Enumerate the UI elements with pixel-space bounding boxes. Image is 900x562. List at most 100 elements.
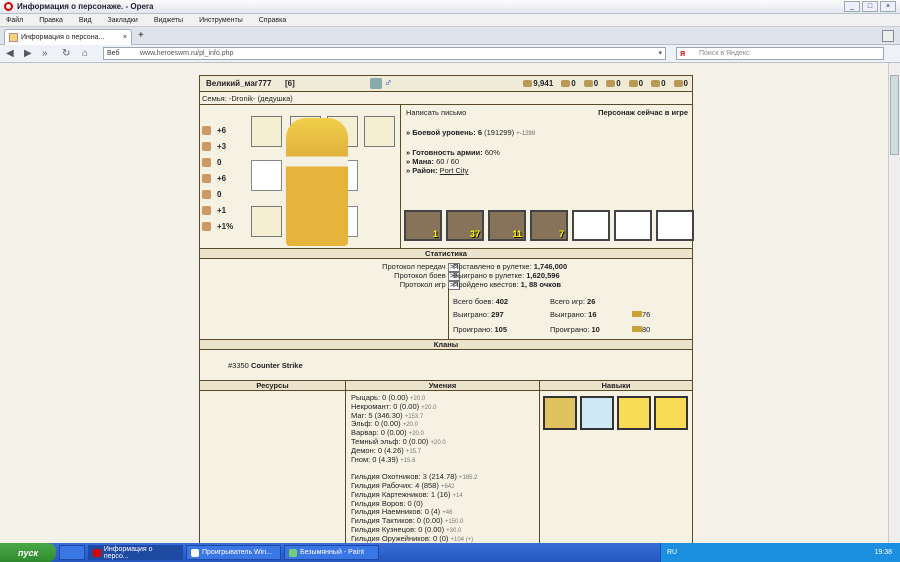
address-url: www.heroeswm.ru/pl_info.php [140, 50, 234, 57]
search-placeholder: Поиск в Яндекс [699, 50, 750, 57]
character-avatar [286, 118, 348, 246]
character-level: [6] [285, 79, 295, 88]
district-link[interactable]: Port City [440, 166, 469, 175]
start-button[interactable]: пуск [0, 543, 56, 562]
gem-icon [673, 80, 683, 87]
faction-icon [370, 78, 382, 89]
home-icon[interactable]: ⌂ [82, 48, 88, 59]
gold-icon [632, 311, 642, 317]
defense-icon [202, 141, 211, 151]
clans-title: Кланы [200, 340, 692, 349]
character-name[interactable]: Великий_маг777 [206, 79, 271, 88]
quicklaunch-icons[interactable] [59, 545, 85, 560]
army-unit-3[interactable]: 11 [488, 210, 526, 241]
mercury-icon [606, 80, 616, 87]
equip-slot-weapon[interactable] [251, 206, 282, 237]
battles-won-row: Выиграно: 297 [453, 310, 504, 319]
stat-morale: +1 [202, 202, 242, 218]
chevron-down-icon[interactable]: ▾ [658, 48, 662, 60]
tab-bar: Информация о персона... × + [0, 27, 900, 45]
online-status: Персонаж сейчас в игре [598, 108, 688, 117]
statistics-title: Статистика [200, 249, 692, 258]
clock: 19:38 [874, 549, 892, 556]
menu-tools[interactable]: Инструменты [199, 17, 243, 24]
menu-view[interactable]: Вид [79, 17, 92, 24]
stat-spellpower: 0 [202, 154, 242, 170]
combat-level-row: » Боевой уровень: 6 (191299) +-1299 [406, 128, 536, 137]
morale-icon [202, 205, 211, 215]
talent-slot-4[interactable] [654, 396, 688, 430]
army-slots: 1 37 11 7 [404, 210, 694, 241]
army-unit-2[interactable]: 37 [446, 210, 484, 241]
talent-slot-1[interactable] [543, 396, 577, 430]
minimize-button[interactable]: _ [844, 1, 860, 12]
menu-edit[interactable]: Правка [39, 17, 63, 24]
gold-resource: 9,941 [523, 79, 553, 88]
taskbar-item-paint[interactable]: Безымянный - Paint [284, 545, 379, 560]
fast-forward-icon[interactable]: » [42, 48, 48, 59]
close-button[interactable]: × [880, 1, 896, 12]
taskbar-item-player[interactable]: Проигрыватель Win... [186, 545, 281, 560]
language-indicator[interactable]: RU [667, 549, 677, 556]
forward-icon[interactable]: ▶ [24, 48, 32, 59]
equip-slot-ring[interactable] [251, 160, 282, 191]
taskbar-item-opera[interactable]: Информация о персо... [88, 545, 183, 560]
talent-slot-3[interactable] [617, 396, 651, 430]
equip-slot-book[interactable] [364, 116, 395, 147]
crystal-icon [651, 80, 661, 87]
paint-icon [289, 548, 297, 557]
luck-icon [202, 189, 211, 199]
skills-column-title: Умения [346, 381, 539, 390]
vertical-scrollbar[interactable] [888, 63, 900, 543]
back-icon[interactable]: ◀ [6, 48, 14, 59]
clan-entry[interactable]: #3350 Counter Strike [228, 361, 303, 370]
district-row: » Район: Port City [406, 166, 469, 175]
yandex-icon: Я [680, 51, 686, 58]
scrollbar-thumb[interactable] [890, 75, 899, 155]
games-won-row: Выиграно: 16 [550, 310, 597, 319]
stat-attack: +6 [202, 122, 242, 138]
battles-lost-row: Проиграно: 105 [453, 325, 508, 334]
new-tab-button[interactable]: + [138, 30, 144, 41]
search-input[interactable]: Я Поиск в Яндекс [676, 47, 884, 60]
maximize-button[interactable]: □ [862, 1, 878, 12]
family-line: Семья: -Dronik- (дедушка) [202, 94, 293, 103]
opera-icon [4, 2, 13, 11]
stat-initiative: +1% [202, 218, 242, 234]
sulfur-resource: 0 [628, 79, 643, 88]
wood-resource: 0 [561, 79, 576, 88]
menu-widgets[interactable]: Виджеты [154, 17, 183, 24]
army-slot-empty [572, 210, 610, 241]
equip-slot-head-left[interactable] [251, 116, 282, 147]
tab-label: Информация о персона... [21, 34, 105, 41]
army-unit-4[interactable]: 7 [530, 210, 568, 241]
gem-resource: 0 [673, 79, 688, 88]
skill-row: Гном: 0 (4.39) +15.6 [351, 454, 416, 464]
talents-column-title: Навыки [540, 381, 692, 390]
sulfur-icon [628, 80, 638, 87]
menu-help[interactable]: Справка [259, 17, 286, 24]
gold-icon [632, 326, 642, 332]
army-slot-empty [614, 210, 652, 241]
trash-icon[interactable] [882, 30, 894, 42]
menu-file[interactable]: Файл [6, 17, 23, 24]
tab-active[interactable]: Информация о персона... × [4, 29, 132, 45]
initiative-icon [202, 221, 211, 231]
write-letter-link[interactable]: Написать письмо [406, 108, 466, 117]
talent-slot-2[interactable] [580, 396, 614, 430]
tab-close-icon[interactable]: × [123, 34, 127, 41]
address-toolbar: ◀ ▶ » ↻ ⌂ Веб www.heroeswm.ru/pl_info.ph… [0, 45, 900, 63]
spellpower-icon [202, 157, 211, 167]
gold-lost-row: 80 [632, 325, 650, 334]
stat-knowledge: +6 [202, 170, 242, 186]
talents-list [543, 396, 688, 430]
taskbar: пуск Информация о персо... Проигрыватель… [0, 543, 900, 562]
reload-icon[interactable]: ↻ [62, 48, 70, 59]
battles-total-row: Всего боев: 402 [453, 297, 509, 306]
resources-column-title: Ресурсы [200, 381, 345, 390]
opera-icon [93, 548, 101, 557]
army-slot-empty [656, 210, 694, 241]
address-field[interactable]: Веб www.heroeswm.ru/pl_info.php ▾ [103, 47, 666, 60]
army-unit-1[interactable]: 1 [404, 210, 442, 241]
menu-bookmarks[interactable]: Закладки [108, 17, 138, 24]
